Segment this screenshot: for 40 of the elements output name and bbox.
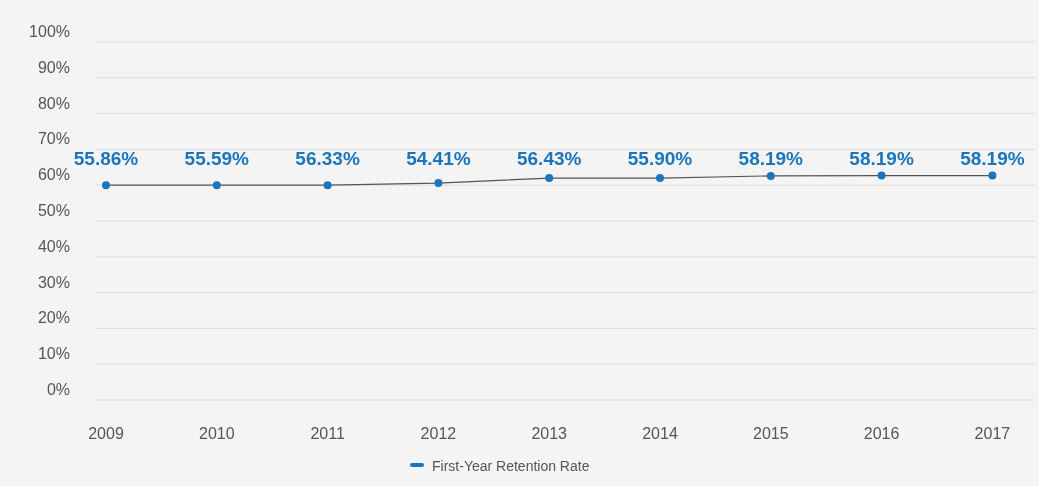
data-point bbox=[656, 174, 664, 183]
y-tick-label: 40% bbox=[37, 237, 70, 255]
data-point bbox=[102, 181, 110, 190]
legend-marker bbox=[410, 463, 424, 467]
x-tick-label: 2017 bbox=[974, 425, 1011, 442]
y-tick-label: 30% bbox=[37, 273, 70, 291]
data-label: 56.33% bbox=[295, 148, 360, 169]
y-tick-label: 20% bbox=[37, 309, 70, 327]
data-label: 58.19% bbox=[960, 148, 1025, 169]
x-tick-label: 2010 bbox=[199, 425, 235, 442]
y-tick-label: 60% bbox=[37, 166, 70, 184]
x-tick-label: 2015 bbox=[753, 425, 789, 442]
x-tick-label: 2009 bbox=[88, 425, 124, 442]
data-label: 58.19% bbox=[849, 148, 914, 169]
data-point bbox=[766, 171, 775, 180]
y-tick-label: 0% bbox=[46, 381, 70, 398]
x-tick-label: 2014 bbox=[642, 425, 678, 442]
data-point bbox=[988, 171, 997, 180]
data-label: 56.43% bbox=[516, 148, 582, 169]
y-tick-label: 90% bbox=[37, 58, 70, 76]
x-tick-label: 2011 bbox=[310, 425, 345, 442]
data-point bbox=[212, 181, 221, 190]
legend-label: First-Year Retention Rate bbox=[432, 458, 590, 474]
data-label: 58.19% bbox=[738, 148, 804, 169]
data-label: 55.59% bbox=[184, 148, 250, 169]
data-label: 54.41% bbox=[406, 148, 471, 169]
data-label: 55.90% bbox=[627, 148, 693, 169]
x-tick-label: 2013 bbox=[531, 425, 567, 442]
data-point bbox=[434, 179, 443, 188]
data-point bbox=[545, 174, 554, 183]
data-point bbox=[323, 181, 332, 190]
y-tick-label: 100% bbox=[29, 23, 70, 40]
y-tick-label: 70% bbox=[37, 130, 70, 148]
data-point bbox=[877, 171, 886, 180]
y-tick-label: 80% bbox=[37, 94, 70, 112]
y-tick-label: 10% bbox=[37, 345, 70, 363]
data-label: 55.86% bbox=[73, 148, 139, 169]
x-tick-label: 2016 bbox=[863, 425, 900, 442]
y-tick-label: 50% bbox=[37, 202, 70, 219]
x-tick-label: 2012 bbox=[420, 425, 457, 442]
